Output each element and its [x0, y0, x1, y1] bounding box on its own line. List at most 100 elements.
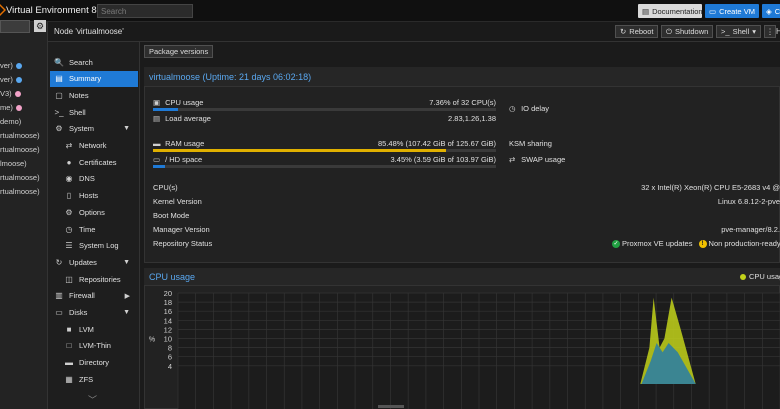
y-tick-label: 18	[164, 298, 172, 307]
cpu-chart: 468101214161820%	[149, 289, 780, 409]
nav-item-label: Directory	[79, 358, 110, 368]
shutdown-button[interactable]: ⏻ Shutdown	[661, 25, 714, 38]
swap-usage-label: SWAP usage	[521, 155, 566, 164]
grid-icon: ▦	[65, 374, 73, 384]
shutdown-label: Shutdown	[674, 27, 709, 36]
nav-item-lvm-thin[interactable]: □ LVM-Thin	[50, 338, 138, 354]
nav-item-search[interactable]: 🔍 Search	[50, 54, 138, 70]
y-tick-label: 10	[164, 335, 172, 344]
gear-icon[interactable]: ⚙	[34, 20, 46, 32]
boot-mode-label: Boot Mode	[153, 211, 190, 220]
y-tick-label: 6	[168, 353, 172, 362]
view-selector[interactable]	[0, 20, 30, 33]
gears-icon: ⚙	[55, 124, 63, 134]
help-button[interactable]: H	[776, 27, 780, 36]
nav-item-label: Firewall	[69, 291, 95, 301]
nav-item-label: Options	[79, 207, 105, 217]
folder-icon: ▬	[65, 358, 73, 368]
y-tick-label: 16	[164, 307, 172, 316]
hd-space-row: ▭ / HD space	[153, 155, 202, 164]
tree-item[interactable]: V3)	[0, 87, 48, 101]
nav-item-directory[interactable]: ▬ Directory	[50, 355, 138, 371]
hdd-icon: ▭	[55, 308, 63, 317]
more-button[interactable]: ⋮	[764, 25, 776, 38]
chevron-down-icon[interactable]: ▼	[123, 125, 130, 132]
status-title: virtualmoose (Uptime: 21 days 06:02:18)	[149, 72, 312, 82]
chevron-right-icon[interactable]: ▶	[125, 292, 130, 300]
hdd-icon: ▭	[153, 155, 161, 164]
nav-item-time[interactable]: ◷ Time	[50, 221, 138, 237]
reboot-button[interactable]: ↻ Reboot	[615, 25, 659, 38]
nav-item-notes[interactable]: ▢ Notes	[50, 87, 138, 103]
hd-space-value: 3.45% (3.59 GiB of 103.97 GiB)	[390, 155, 496, 164]
tree-item[interactable]: ver)	[0, 73, 48, 87]
y-tick-label: 8	[168, 344, 172, 353]
tree-item[interactable]: rtualmoose)	[0, 143, 48, 157]
nav-item-summary[interactable]: ▤ Summary	[50, 70, 138, 87]
tree-item[interactable]: ver)	[0, 59, 48, 73]
documentation-button[interactable]: ▤ Documentation	[638, 4, 703, 18]
nav-item-lvm[interactable]: ■ LVM	[50, 321, 138, 337]
status-dot-icon	[14, 91, 21, 98]
nav-item-label: Time	[79, 224, 96, 234]
status-dot-icon	[15, 105, 22, 112]
nav-item-network[interactable]: ⇄ Network	[50, 138, 138, 154]
nav-item-label: LVM-Thin	[79, 341, 111, 351]
book-icon: ▤	[55, 74, 63, 84]
tree-item[interactable]: demo)	[0, 115, 48, 129]
cpu-usage-row: ▣ CPU usage	[153, 98, 203, 107]
tree-item[interactable]: lmoose)	[0, 157, 48, 171]
nav-item-certificates[interactable]: ● Certificates	[50, 154, 138, 170]
tree-item[interactable]: rtualmoose)	[0, 171, 48, 185]
io-delay-row: ◷ IO delay	[509, 104, 549, 113]
nav-item-options[interactable]: ⚙ Options	[50, 204, 138, 220]
manager-version-value: pve-manager/8.2.	[721, 225, 780, 234]
gear-icon: ⚙	[65, 207, 73, 217]
nav-item-system[interactable]: ⚙ System ▼	[50, 121, 138, 137]
nav-item-label: LVM	[79, 324, 94, 334]
chevron-down-icon[interactable]: ▼	[123, 309, 130, 316]
certificate-icon: ●	[66, 157, 72, 167]
chevron-down-icon: ▾	[752, 27, 757, 36]
search-input[interactable]	[97, 4, 193, 18]
nav-item-label: Hosts	[79, 191, 99, 201]
tree-item-label: me)	[0, 103, 13, 112]
nav-item-disks[interactable]: ▭ Disks ▼	[50, 305, 138, 321]
nav-item-hosts[interactable]: ▯ Hosts	[50, 188, 138, 204]
ram-usage-bar-fill	[153, 149, 447, 152]
package-versions-button[interactable]: Package versions	[144, 45, 214, 58]
tree-item-label: lmoose)	[0, 159, 27, 168]
desktop-icon: ▭	[709, 6, 717, 16]
chevron-down-icon[interactable]: ▼	[123, 259, 130, 266]
refresh-icon: ↻	[620, 27, 627, 36]
list-icon: ☰	[65, 241, 73, 251]
hd-space-label: / HD space	[165, 155, 203, 164]
nav-item-system-log[interactable]: ☰ System Log	[50, 238, 138, 254]
create-ct-button[interactable]: ◈ C	[762, 4, 780, 18]
terminal-icon: >_	[54, 107, 64, 117]
legend-swatch	[740, 274, 746, 281]
nav-item-label: ZFS	[79, 374, 94, 384]
tree-item[interactable]: rtualmoose)	[0, 129, 48, 143]
nav-item-firewall[interactable]: ▥ Firewall ▶	[50, 288, 138, 304]
cpu-usage-bar-fill	[153, 108, 179, 111]
nav-item-label: Updates	[69, 257, 97, 267]
nav-item-dns[interactable]: ◉ DNS	[50, 171, 138, 187]
chevron-down-icon[interactable]: ﹀	[88, 393, 97, 406]
tree-item[interactable]: rtualmoose)	[0, 185, 48, 199]
nav-item-repositories[interactable]: ◫ Repositories	[50, 271, 138, 287]
ram-usage-value: 85.48% (107.42 GiB of 125.67 GiB)	[378, 139, 496, 148]
shell-button[interactable]: >_ Shell ▾	[716, 25, 762, 38]
horizontal-scrollbar[interactable]	[378, 405, 404, 408]
create-vm-button[interactable]: ▭ Create VM	[705, 4, 759, 18]
node-title: Node 'virtualmoose'	[54, 27, 124, 36]
manager-version-label: Manager Version	[153, 225, 210, 234]
chart-legend[interactable]: CPU usage	[740, 272, 780, 281]
nav-item-shell[interactable]: >_ Shell	[50, 104, 138, 120]
nav-item-zfs[interactable]: ▦ ZFS	[50, 371, 138, 387]
nav-item-updates[interactable]: ↻ Updates ▼	[50, 254, 138, 270]
y-tick-label: 4	[168, 362, 172, 371]
globe-icon: ◉	[65, 174, 73, 184]
nav-item-label: System	[69, 124, 95, 134]
tree-item[interactable]: me)	[0, 101, 48, 115]
